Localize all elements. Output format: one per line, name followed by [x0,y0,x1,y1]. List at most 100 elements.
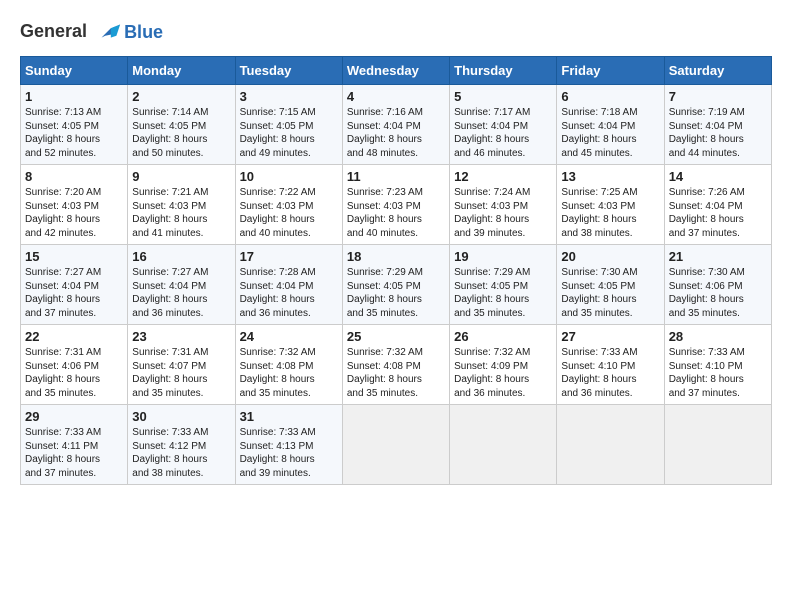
day-cell: 25 Sunrise: 7:32 AM Sunset: 4:08 PM Dayli… [342,325,449,405]
col-header-friday: Friday [557,57,664,85]
logo-general: General [20,21,87,41]
day-info: Sunrise: 7:30 AM Sunset: 4:06 PM Dayligh… [669,266,767,320]
day-number: 24 [240,329,338,344]
day-info: Sunrise: 7:21 AM Sunset: 4:03 PM Dayligh… [132,186,230,240]
day-number: 25 [347,329,445,344]
day-cell [342,405,449,485]
day-info: Sunrise: 7:17 AM Sunset: 4:04 PM Dayligh… [454,106,552,160]
day-number: 2 [132,89,230,104]
day-info: Sunrise: 7:29 AM Sunset: 4:05 PM Dayligh… [454,266,552,320]
day-number: 12 [454,169,552,184]
week-row-3: 15 Sunrise: 7:27 AM Sunset: 4:04 PM Dayli… [21,245,772,325]
day-cell: 4 Sunrise: 7:16 AM Sunset: 4:04 PM Daylig… [342,85,449,165]
day-number: 23 [132,329,230,344]
col-header-tuesday: Tuesday [235,57,342,85]
day-number: 29 [25,409,123,424]
day-cell: 6 Sunrise: 7:18 AM Sunset: 4:04 PM Daylig… [557,85,664,165]
day-cell: 20 Sunrise: 7:30 AM Sunset: 4:05 PM Dayli… [557,245,664,325]
col-header-saturday: Saturday [664,57,771,85]
day-number: 22 [25,329,123,344]
day-info: Sunrise: 7:16 AM Sunset: 4:04 PM Dayligh… [347,106,445,160]
day-number: 30 [132,409,230,424]
day-info: Sunrise: 7:33 AM Sunset: 4:12 PM Dayligh… [132,426,230,480]
col-header-sunday: Sunday [21,57,128,85]
day-number: 19 [454,249,552,264]
day-number: 28 [669,329,767,344]
week-row-5: 29Sunrise: 7:33 AM Sunset: 4:11 PM Dayli… [21,405,772,485]
day-cell: 19 Sunrise: 7:29 AM Sunset: 4:05 PM Dayli… [450,245,557,325]
day-cell: 1 Sunrise: 7:13 AM Sunset: 4:05 PM Daylig… [21,85,128,165]
logo-blue: Blue [124,22,163,43]
day-number: 8 [25,169,123,184]
day-info: Sunrise: 7:28 AM Sunset: 4:04 PM Dayligh… [240,266,338,320]
day-info: Sunrise: 7:19 AM Sunset: 4:04 PM Dayligh… [669,106,767,160]
day-number: 21 [669,249,767,264]
day-cell: 12 Sunrise: 7:24 AM Sunset: 4:03 PM Dayli… [450,165,557,245]
day-cell: 30 Sunrise: 7:33 AM Sunset: 4:12 PM Dayli… [128,405,235,485]
day-info: Sunrise: 7:25 AM Sunset: 4:03 PM Dayligh… [561,186,659,240]
day-number: 9 [132,169,230,184]
day-cell: 14Sunrise: 7:26 AM Sunset: 4:04 PM Dayli… [664,165,771,245]
day-info: Sunrise: 7:27 AM Sunset: 4:04 PM Dayligh… [25,266,123,320]
day-number: 16 [132,249,230,264]
header-row: SundayMondayTuesdayWednesdayThursdayFrid… [21,57,772,85]
day-number: 1 [25,89,123,104]
day-cell: 8 Sunrise: 7:20 AM Sunset: 4:03 PM Daylig… [21,165,128,245]
day-cell: 11Sunrise: 7:23 AM Sunset: 4:03 PM Dayli… [342,165,449,245]
week-row-4: 22 Sunrise: 7:31 AM Sunset: 4:06 PM Dayli… [21,325,772,405]
day-cell: 28Sunrise: 7:33 AM Sunset: 4:10 PM Dayli… [664,325,771,405]
day-number: 11 [347,169,445,184]
day-number: 20 [561,249,659,264]
day-cell: 15 Sunrise: 7:27 AM Sunset: 4:04 PM Dayli… [21,245,128,325]
day-number: 7 [669,89,767,104]
day-number: 31 [240,409,338,424]
day-cell: 3 Sunrise: 7:15 AM Sunset: 4:05 PM Daylig… [235,85,342,165]
week-row-1: 1 Sunrise: 7:13 AM Sunset: 4:05 PM Daylig… [21,85,772,165]
day-cell: 18Sunrise: 7:29 AM Sunset: 4:05 PM Dayli… [342,245,449,325]
day-number: 6 [561,89,659,104]
day-cell [557,405,664,485]
day-info: Sunrise: 7:32 AM Sunset: 4:08 PM Dayligh… [347,346,445,400]
day-cell: 16 Sunrise: 7:27 AM Sunset: 4:04 PM Dayli… [128,245,235,325]
day-number: 15 [25,249,123,264]
day-cell: 24 Sunrise: 7:32 AM Sunset: 4:08 PM Dayli… [235,325,342,405]
day-number: 17 [240,249,338,264]
day-info: Sunrise: 7:14 AM Sunset: 4:05 PM Dayligh… [132,106,230,160]
day-cell: 23 Sunrise: 7:31 AM Sunset: 4:07 PM Dayli… [128,325,235,405]
day-info: Sunrise: 7:13 AM Sunset: 4:05 PM Dayligh… [25,106,123,160]
day-cell: 13 Sunrise: 7:25 AM Sunset: 4:03 PM Dayli… [557,165,664,245]
day-cell: 5 Sunrise: 7:17 AM Sunset: 4:04 PM Daylig… [450,85,557,165]
day-number: 10 [240,169,338,184]
day-info: Sunrise: 7:18 AM Sunset: 4:04 PM Dayligh… [561,106,659,160]
day-number: 26 [454,329,552,344]
day-info: Sunrise: 7:20 AM Sunset: 4:03 PM Dayligh… [25,186,123,240]
day-info: Sunrise: 7:15 AM Sunset: 4:05 PM Dayligh… [240,106,338,160]
day-cell: 2 Sunrise: 7:14 AM Sunset: 4:05 PM Daylig… [128,85,235,165]
day-cell: 10 Sunrise: 7:22 AM Sunset: 4:03 PM Dayli… [235,165,342,245]
day-info: Sunrise: 7:33 AM Sunset: 4:10 PM Dayligh… [561,346,659,400]
day-number: 14 [669,169,767,184]
day-cell: 31Sunrise: 7:33 AM Sunset: 4:13 PM Dayli… [235,405,342,485]
day-cell: 27 Sunrise: 7:33 AM Sunset: 4:10 PM Dayli… [557,325,664,405]
col-header-wednesday: Wednesday [342,57,449,85]
day-info: Sunrise: 7:22 AM Sunset: 4:03 PM Dayligh… [240,186,338,240]
day-info: Sunrise: 7:31 AM Sunset: 4:07 PM Dayligh… [132,346,230,400]
day-number: 5 [454,89,552,104]
day-info: Sunrise: 7:30 AM Sunset: 4:05 PM Dayligh… [561,266,659,320]
col-header-monday: Monday [128,57,235,85]
day-number: 13 [561,169,659,184]
day-info: Sunrise: 7:31 AM Sunset: 4:06 PM Dayligh… [25,346,123,400]
day-info: Sunrise: 7:24 AM Sunset: 4:03 PM Dayligh… [454,186,552,240]
logo-bird-icon [94,18,122,46]
day-number: 4 [347,89,445,104]
day-info: Sunrise: 7:27 AM Sunset: 4:04 PM Dayligh… [132,266,230,320]
day-number: 27 [561,329,659,344]
day-number: 3 [240,89,338,104]
day-cell [450,405,557,485]
week-row-2: 8 Sunrise: 7:20 AM Sunset: 4:03 PM Daylig… [21,165,772,245]
day-cell: 7 Sunrise: 7:19 AM Sunset: 4:04 PM Daylig… [664,85,771,165]
day-cell: 21 Sunrise: 7:30 AM Sunset: 4:06 PM Dayli… [664,245,771,325]
day-info: Sunrise: 7:32 AM Sunset: 4:09 PM Dayligh… [454,346,552,400]
day-info: Sunrise: 7:29 AM Sunset: 4:05 PM Dayligh… [347,266,445,320]
day-info: Sunrise: 7:32 AM Sunset: 4:08 PM Dayligh… [240,346,338,400]
